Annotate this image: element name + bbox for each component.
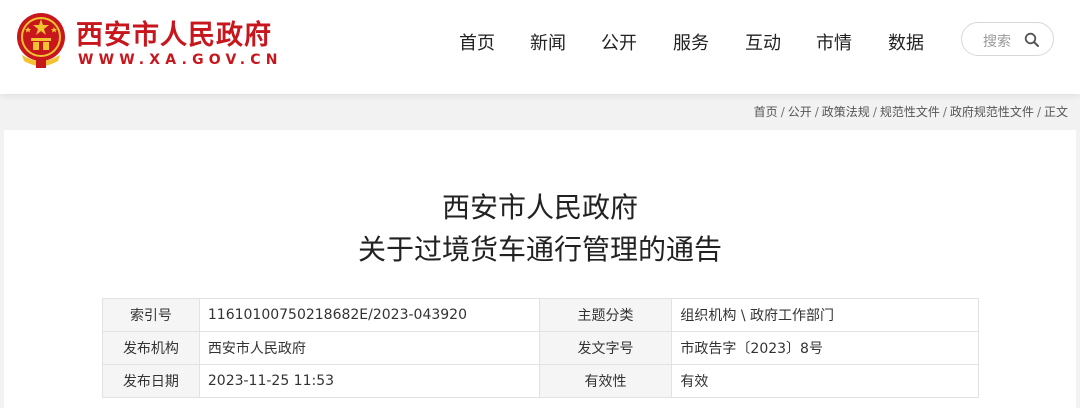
validity-label: 有效性 bbox=[538, 364, 673, 398]
nav-item-news[interactable]: 新闻 bbox=[530, 29, 566, 55]
national-emblem-icon[interactable] bbox=[14, 11, 68, 69]
topic-value: 组织机构 \ 政府工作部门 bbox=[671, 298, 979, 332]
search-icon[interactable] bbox=[1024, 32, 1040, 48]
nav-item-public[interactable]: 公开 bbox=[601, 29, 637, 55]
table-row: 发布机构 西安市人民政府 发文字号 市政告字〔2023〕8号 bbox=[102, 331, 979, 365]
nav-item-home[interactable]: 首页 bbox=[459, 29, 495, 55]
index-value: 11610100750218682E/2023-043920 bbox=[198, 298, 540, 332]
table-row: 索引号 11610100750218682E/2023-043920 主题分类 … bbox=[102, 298, 979, 332]
docno-label: 发文字号 bbox=[538, 331, 673, 365]
publisher-label: 发布机构 bbox=[102, 331, 200, 365]
search-input[interactable]: 搜索 bbox=[961, 22, 1054, 56]
document-title-line1: 西安市人民政府 bbox=[441, 191, 638, 224]
breadcrumb-policy[interactable]: 政策法规 bbox=[822, 105, 870, 119]
site-header: 西安市人民政府 WWW.XA.GOV.CN 首页 新闻 公开 服务 互动 市情 … bbox=[0, 0, 1080, 94]
publisher-value: 西安市人民政府 bbox=[198, 331, 540, 365]
breadcrumb-separator: / bbox=[942, 105, 947, 119]
breadcrumb-gov-normative-docs[interactable]: 政府规范性文件 bbox=[950, 105, 1034, 119]
docno-value: 市政告字〔2023〕8号 bbox=[671, 331, 979, 365]
breadcrumb-separator: / bbox=[872, 105, 877, 119]
breadcrumb-home[interactable]: 首页 bbox=[754, 105, 778, 119]
breadcrumb-separator: / bbox=[1036, 105, 1041, 119]
nav-item-interaction[interactable]: 互动 bbox=[745, 29, 781, 55]
date-label: 发布日期 bbox=[102, 364, 200, 398]
index-label: 索引号 bbox=[102, 298, 200, 332]
site-title[interactable]: 西安市人民政府 bbox=[76, 13, 272, 52]
nav-item-services[interactable]: 服务 bbox=[673, 29, 709, 55]
breadcrumb-separator: / bbox=[780, 105, 785, 119]
breadcrumb-separator: / bbox=[814, 105, 819, 119]
date-value: 2023-11-25 11:53 bbox=[198, 364, 540, 398]
topic-label: 主题分类 bbox=[538, 298, 673, 332]
validity-value: 有效 bbox=[671, 364, 979, 398]
breadcrumb-normative-docs[interactable]: 规范性文件 bbox=[880, 105, 940, 119]
breadcrumb-public[interactable]: 公开 bbox=[788, 105, 812, 119]
document-title-line2: 关于过境货车通行管理的通告 bbox=[357, 233, 722, 266]
nav-item-city-info[interactable]: 市情 bbox=[816, 29, 852, 55]
nav-item-data[interactable]: 数据 bbox=[888, 29, 924, 55]
site-url: WWW.XA.GOV.CN bbox=[78, 52, 283, 68]
document-info-table: 索引号 11610100750218682E/2023-043920 主题分类 … bbox=[102, 298, 979, 398]
breadcrumb-current: 正文 bbox=[1043, 105, 1068, 119]
breadcrumb: 首页 / 公开 / 政策法规 / 规范性文件 / 政府规范性文件 / 正文 bbox=[754, 103, 1068, 120]
table-row: 发布日期 2023-11-25 11:53 有效性 有效 bbox=[102, 364, 979, 398]
search-placeholder: 搜索 bbox=[983, 34, 1011, 50]
